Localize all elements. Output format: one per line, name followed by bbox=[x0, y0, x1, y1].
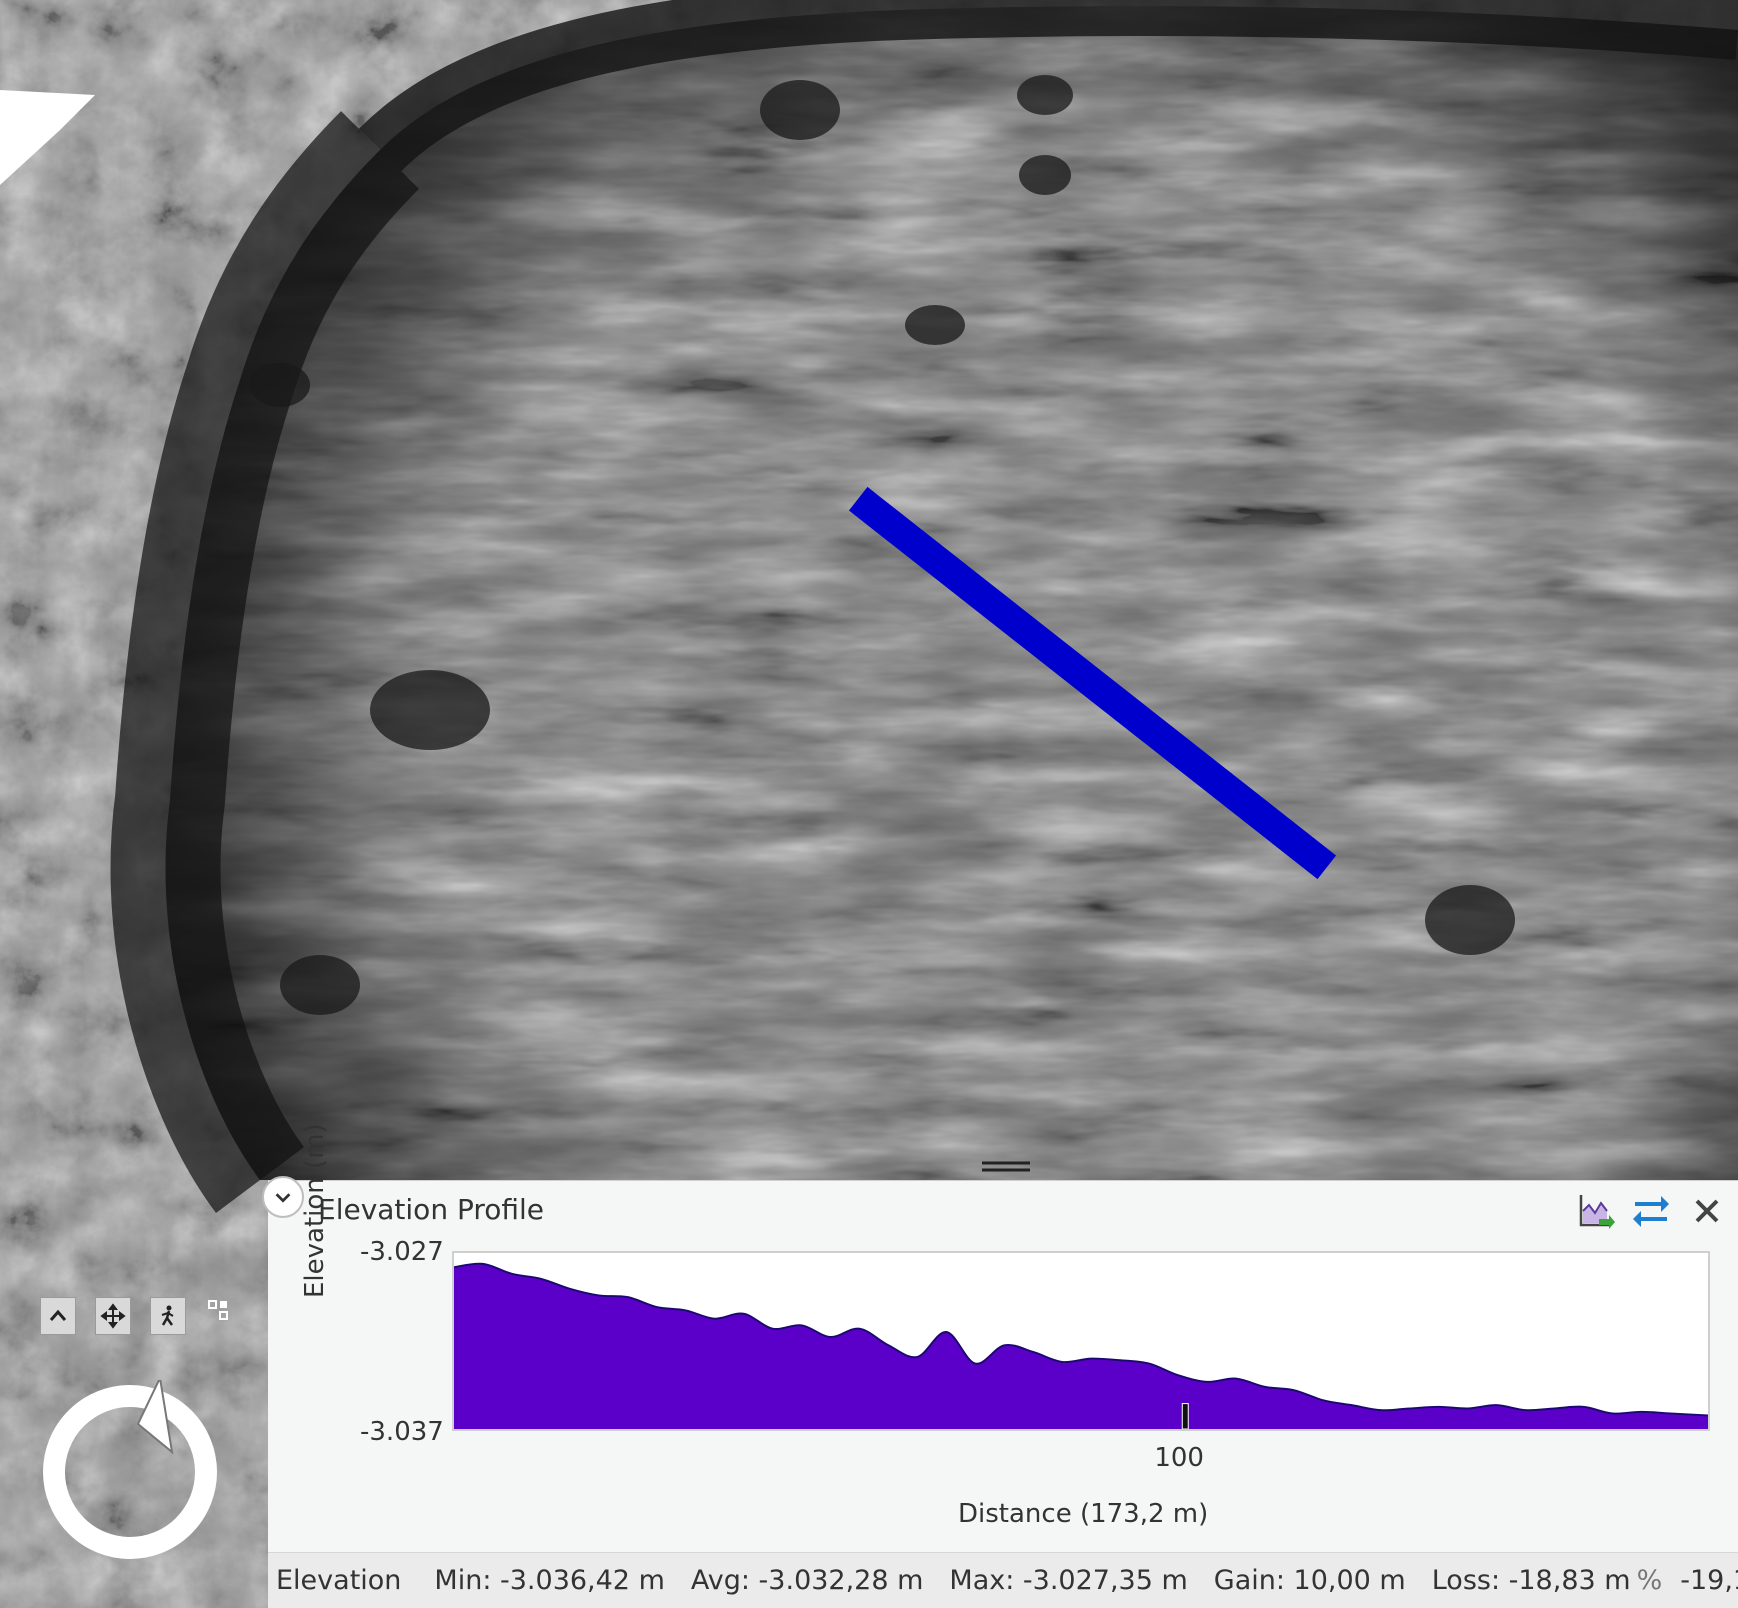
position-marker[interactable] bbox=[1181, 1403, 1189, 1429]
x-axis-label: Distance (173,2 m) bbox=[958, 1499, 1209, 1529]
profile-area bbox=[454, 1263, 1708, 1429]
panel-toolbar bbox=[1574, 1191, 1728, 1231]
stats-max: Max: -3.027,35 m bbox=[949, 1565, 1188, 1596]
y-tick-label: -3.037 bbox=[360, 1417, 444, 1447]
overview-icon[interactable] bbox=[205, 1297, 231, 1323]
swap-arrows-icon[interactable] bbox=[1630, 1191, 1672, 1231]
navigation-toolbar bbox=[40, 1297, 240, 1339]
stats-slope-clipped: % bbox=[1636, 1565, 1663, 1596]
close-icon[interactable] bbox=[1686, 1191, 1728, 1231]
stats-loss: Loss: -18,83 m bbox=[1431, 1565, 1631, 1596]
panel-title: Elevation Profile bbox=[318, 1193, 545, 1226]
stats-min: Min: -3.036,42 m bbox=[434, 1565, 665, 1596]
stats-avg: Avg: -3.032,28 m bbox=[690, 1565, 924, 1596]
pan-arrows-icon[interactable] bbox=[95, 1297, 131, 1335]
profile-chart[interactable] bbox=[452, 1251, 1710, 1431]
elevation-profile-panel: Elevation Profile -3.027 -3.037 100 Dist… bbox=[268, 1180, 1738, 1608]
y-tick-label: -3.027 bbox=[360, 1237, 444, 1267]
stats-label: Elevation bbox=[276, 1565, 402, 1596]
chart-export-icon[interactable] bbox=[1574, 1191, 1616, 1231]
walk-icon[interactable] bbox=[150, 1297, 186, 1335]
compass-icon[interactable] bbox=[42, 1380, 222, 1560]
profile-chart-svg bbox=[454, 1262, 1708, 1429]
resize-grip[interactable] bbox=[980, 1158, 1032, 1176]
chevron-up-icon[interactable] bbox=[40, 1297, 76, 1335]
x-tick-label: 100 bbox=[1154, 1443, 1204, 1473]
y-axis-label: Elevation (m) bbox=[300, 1123, 330, 1298]
stats-slope: -19,12% bbox=[1680, 1565, 1738, 1596]
statistics-bar: Elevation Min: -3.036,42 m Avg: -3.032,2… bbox=[268, 1552, 1738, 1608]
stats-gain: Gain: 10,00 m bbox=[1213, 1565, 1406, 1596]
chevron-down-icon[interactable] bbox=[262, 1176, 304, 1218]
